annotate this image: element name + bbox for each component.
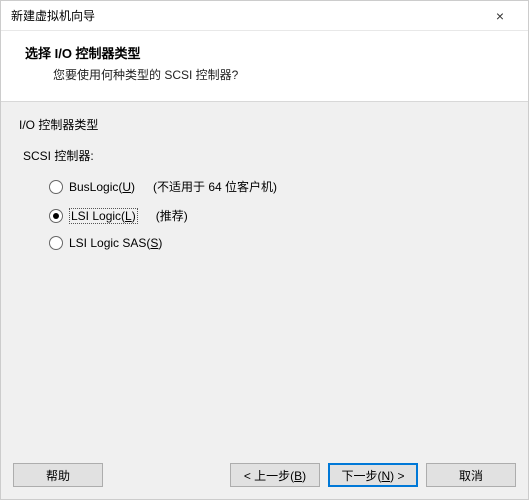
wizard-heading: 选择 I/O 控制器类型: [25, 43, 504, 62]
back-button[interactable]: < 上一步(B): [230, 463, 320, 487]
radio-option-1[interactable]: LSI Logic(L) (推荐): [49, 207, 510, 224]
radio-option-0[interactable]: BusLogic(U) (不适用于 64 位客户机): [49, 178, 510, 195]
radio-dot-icon: [53, 213, 59, 219]
wizard-footer: 帮助 < 上一步(B) 下一步(N) > 取消: [1, 453, 528, 499]
titlebar: 新建虚拟机向导 ×: [1, 1, 528, 31]
next-button-label: 下一步(N) >: [341, 467, 404, 484]
close-icon[interactable]: ×: [480, 8, 520, 24]
wizard-header: 选择 I/O 控制器类型 您要使用何种类型的 SCSI 控制器?: [1, 31, 528, 101]
radio-option-2[interactable]: LSI Logic SAS(S): [49, 236, 510, 250]
radio-label[interactable]: LSI Logic SAS(S): [69, 236, 162, 250]
wizard-subheading: 您要使用何种类型的 SCSI 控制器?: [25, 66, 504, 83]
radio-icon[interactable]: [49, 209, 63, 223]
window-title: 新建虚拟机向导: [11, 7, 95, 24]
help-button[interactable]: 帮助: [13, 463, 103, 487]
io-controller-group-label: I/O 控制器类型: [19, 116, 510, 133]
cancel-button[interactable]: 取消: [426, 463, 516, 487]
radio-label[interactable]: BusLogic(U): [69, 180, 135, 194]
help-button-label: 帮助: [46, 467, 70, 484]
back-button-label: < 上一步(B): [244, 467, 306, 484]
wizard-content: I/O 控制器类型 SCSI 控制器: BusLogic(U) (不适用于 64 …: [1, 101, 528, 453]
radio-icon[interactable]: [49, 180, 63, 194]
scsi-radio-list: BusLogic(U) (不适用于 64 位客户机) LSI Logic(L) (推荐…: [19, 178, 510, 250]
radio-hint: (推荐): [156, 207, 188, 224]
radio-icon[interactable]: [49, 236, 63, 250]
radio-label[interactable]: LSI Logic(L): [69, 208, 138, 224]
next-button[interactable]: 下一步(N) >: [328, 463, 418, 487]
cancel-button-label: 取消: [459, 467, 483, 484]
radio-hint: (不适用于 64 位客户机): [153, 178, 277, 195]
scsi-controller-label: SCSI 控制器:: [23, 147, 510, 164]
